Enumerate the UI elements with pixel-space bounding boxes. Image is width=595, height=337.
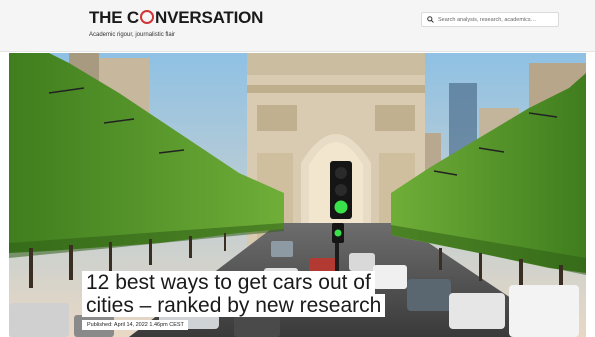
- search-icon: [427, 16, 434, 23]
- search-box[interactable]: [421, 12, 559, 27]
- published-date: Published: April 14, 2022 1.46pm CEST: [82, 320, 188, 330]
- site-tagline: Academic rigour, journalistic flair: [89, 32, 176, 38]
- logo-ring-icon: [140, 10, 155, 24]
- logo-text-start: THE C: [89, 8, 140, 27]
- search-input[interactable]: [438, 16, 558, 23]
- article-headline[interactable]: 12 best ways to get cars out of cities –…: [82, 271, 386, 317]
- logo-text-end: NVERSATION: [155, 8, 264, 27]
- headline-line-1[interactable]: 12 best ways to get cars out of: [82, 271, 375, 294]
- headline-line-2[interactable]: cities – ranked by new research: [82, 294, 386, 317]
- site-header: THE C NVERSATION Academic rigour, journal…: [0, 0, 595, 52]
- site-logo[interactable]: THE C NVERSATION: [89, 8, 263, 28]
